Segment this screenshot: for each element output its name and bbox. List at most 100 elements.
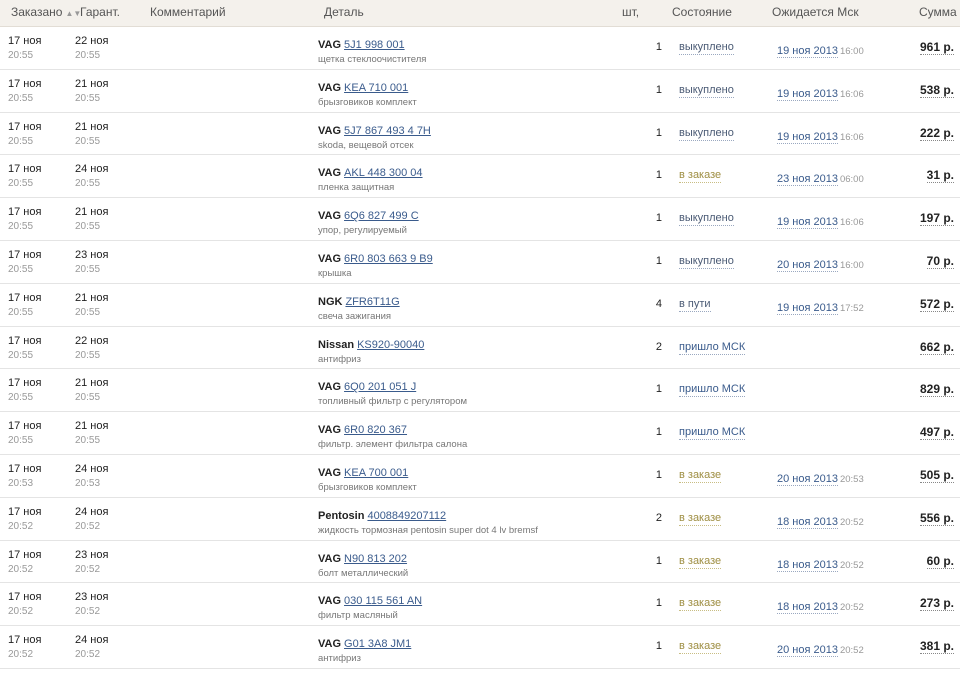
part-code-link[interactable]: 6Q0 201 051 J [344,381,416,393]
part-code-link[interactable]: 030 115 561 AN [344,595,422,607]
part-cell: VAG KEA 710 001 брызговиков комплект [318,78,417,109]
sum-link[interactable]: 60 р. [926,554,954,569]
part-cell: VAG 6Q6 827 499 C упор, регулируемый [318,206,419,237]
status-link[interactable]: выкуплено [679,84,734,98]
part-code-link[interactable]: 5J1 998 001 [344,39,405,51]
status-link[interactable]: в заказе [679,469,722,483]
expected-date-link[interactable]: 20 ноя 2013 [777,258,838,272]
status-link[interactable]: выкуплено [679,41,734,55]
guarantee-cell: 22 ноя 20:55 [75,35,108,62]
guarantee-date: 22 ноя [75,334,109,347]
ordered-time: 20:55 [8,392,34,404]
sum-link[interactable]: 31 р. [926,168,954,184]
part-description: крышка [318,267,352,279]
part-cell: VAG G01 3A8 JM1 антифриз [318,634,411,665]
part-description: антифриз [318,653,361,665]
ordered-time: 20:52 [8,520,34,532]
status-link[interactable]: в пути [679,298,711,312]
part-code-link[interactable]: N90 813 202 [344,553,407,565]
expected-time: 16:00 [839,46,864,57]
sum-link[interactable]: 70 р. [926,254,954,269]
expected-cell: 19 ноя 2013 16:06 [777,127,864,145]
sum-link[interactable]: 556 р. [919,511,954,526]
part-code-link[interactable]: AKL 448 300 04 [344,167,423,179]
expected-date-link[interactable]: 20 ноя 2013 [777,644,838,658]
status-link[interactable]: пришло МСК [679,383,746,398]
guarantee-time: 20:52 [75,563,101,575]
sum-link[interactable]: 538 р. [919,83,954,98]
part-cell: VAG 5J1 998 001 щетка стеклоочистителя [318,35,426,66]
guarantee-time: 20:55 [75,178,101,190]
expected-date-link[interactable]: 19 ноя 2013 [777,130,838,144]
guarantee-cell: 21 ноя 20:55 [75,121,108,148]
expected-date-link[interactable]: 18 ноя 2013 [777,601,838,615]
status-link[interactable]: в заказе [679,640,722,655]
expected-date-link[interactable]: 19 ноя 2013 [777,301,838,315]
guarantee-cell: 23 ноя 20:52 [75,549,108,576]
sum-link[interactable]: 197 р. [919,211,954,227]
expected-date-link[interactable]: 18 ноя 2013 [777,515,838,529]
part-description: фильтр. элемент фильтра салона [318,439,468,451]
ordered-date: 17 ноя [8,377,42,390]
part-description: щетка стеклоочистителя [318,54,427,65]
part-code-link[interactable]: KS920-90040 [357,339,424,351]
guarantee-time: 20:52 [75,520,101,532]
sum-link[interactable]: 505 р. [919,468,954,483]
expected-date-link[interactable]: 20 ноя 2013 [777,472,838,486]
status-link[interactable]: пришло МСК [679,426,746,441]
table-row: 17 ноя 20:55 22 ноя 20:55 VAG 5J1 998 001 щетк… [0,27,960,70]
part-code-link[interactable]: G01 3A8 JM1 [344,638,411,650]
part-code-link[interactable]: 4008849207112 [367,510,446,522]
ordered-time: 20:52 [8,649,34,661]
status-link[interactable]: выкуплено [679,255,734,269]
status-link[interactable]: в заказе [679,512,722,526]
sum-link[interactable]: 572 р. [919,297,954,312]
quantity: 1 [655,212,662,225]
part-code-link[interactable]: ZFR6T11G [345,296,399,308]
sum-link[interactable]: 662 р. [919,340,954,355]
sum-link[interactable]: 829 р. [919,382,954,398]
sum-link[interactable]: 381 р. [919,639,954,655]
ordered-date: 17 ноя [8,334,42,347]
part-code-link[interactable]: KEA 710 001 [344,82,408,94]
sum-link[interactable]: 497 р. [919,425,954,441]
part-code-link[interactable]: KEA 700 001 [344,467,408,479]
ordered-cell: 17 ноя 20:55 [8,121,41,148]
table-row: 17 ноя 20:55 21 ноя 20:55 VAG 6R0 820 367 филь… [0,412,960,455]
status-link[interactable]: пришло МСК [679,341,746,355]
ordered-date: 17 ноя [8,462,42,475]
guarantee-date: 23 ноя [75,548,109,561]
guarantee-time: 20:52 [75,606,101,618]
column-header-comment: Комментарий [150,5,226,19]
expected-date-link[interactable]: 18 ноя 2013 [777,558,838,572]
ordered-cell: 17 ноя 20:53 [8,463,41,490]
sort-arrows-icon[interactable]: ▲▼ [65,9,81,18]
table-row: 17 ноя 20:52 23 ноя 20:52 VAG 030 115 561 AN ф… [0,583,960,627]
guarantee-time: 20:55 [75,92,101,104]
expected-date-link[interactable]: 19 ноя 2013 [777,216,838,230]
expected-date-link[interactable]: 23 ноя 2013 [777,173,838,187]
part-brand: NGK [318,295,343,308]
status-link[interactable]: в заказе [679,597,722,612]
quantity: 1 [655,126,662,139]
guarantee-cell: 21 ноя 20:55 [75,292,108,319]
status-link[interactable]: выкуплено [679,127,734,141]
status-link[interactable]: выкуплено [679,212,734,227]
status-link[interactable]: в заказе [679,169,722,184]
quantity: 1 [655,597,662,610]
part-code-link[interactable]: 6R0 803 663 9 B9 [344,253,433,265]
sum-link[interactable]: 222 р. [919,126,954,141]
table-row: 17 ноя 20:52 24 ноя 20:52 VAG G01 3A8 JM1 анти… [0,626,960,669]
sum-link[interactable]: 961 р. [919,40,954,55]
guarantee-cell: 21 ноя 20:55 [75,420,108,447]
expected-date-link[interactable]: 19 ноя 2013 [777,87,838,101]
column-header-ordered[interactable]: Заказано ▲▼ [11,5,81,19]
status-link[interactable]: в заказе [679,555,722,569]
expected-time: 16:00 [839,259,864,271]
sum-link[interactable]: 273 р. [919,596,954,612]
part-code-link[interactable]: 6R0 820 367 [344,424,407,436]
part-code-link[interactable]: 6Q6 827 499 C [344,210,419,222]
ordered-date: 17 ноя [8,35,42,47]
expected-date-link[interactable]: 19 ноя 2013 [777,45,838,58]
part-code-link[interactable]: 5J7 867 493 4 7H [344,125,431,137]
